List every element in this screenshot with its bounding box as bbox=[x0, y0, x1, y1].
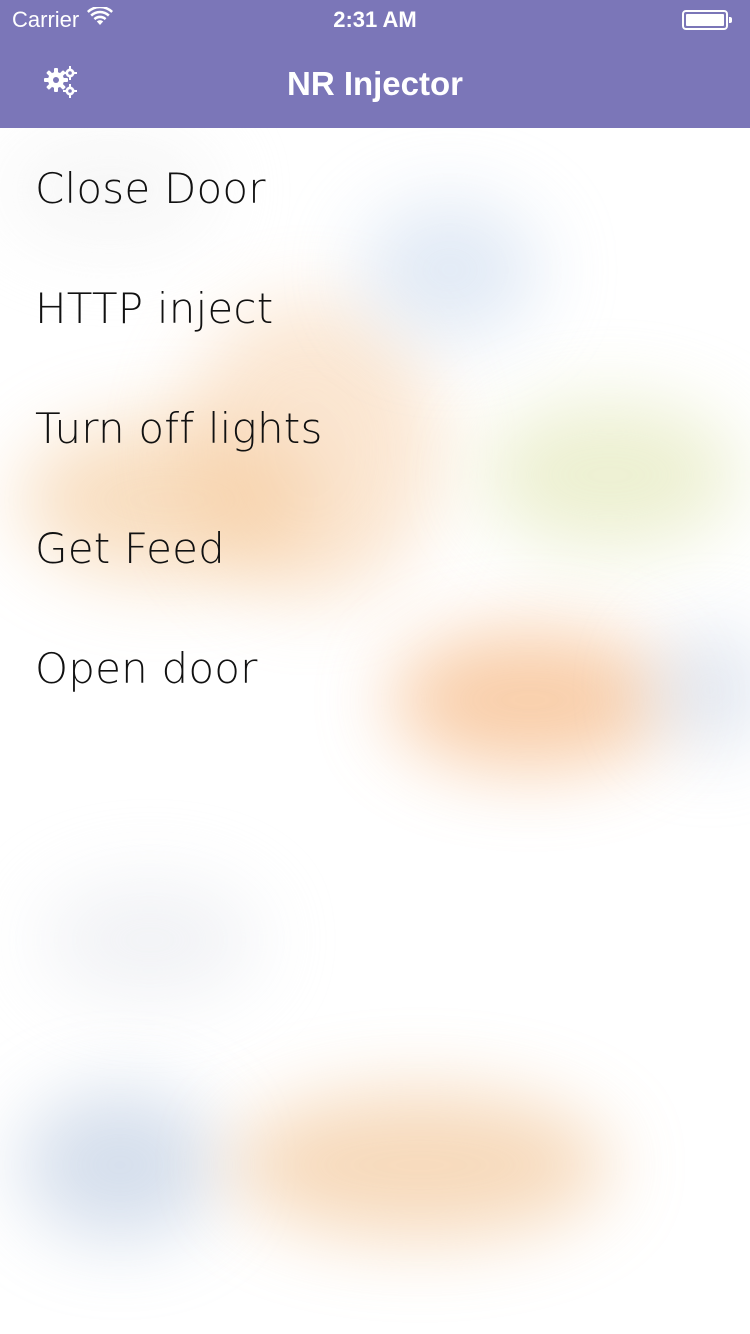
list-item-label: Open door bbox=[35, 643, 258, 693]
list-item-open-door[interactable]: Open door bbox=[0, 608, 750, 728]
list-item-turn-off-lights[interactable]: Turn off lights bbox=[0, 368, 750, 488]
navigation-bar: NR Injector bbox=[0, 40, 750, 128]
list-item-http-inject[interactable]: HTTP inject bbox=[0, 248, 750, 368]
carrier-label: Carrier bbox=[12, 7, 80, 32]
list-item-label: HTTP inject bbox=[35, 283, 274, 333]
battery-icon bbox=[682, 10, 732, 30]
page-title: NR Injector bbox=[286, 65, 464, 102]
list-item-get-feed[interactable]: Get Feed bbox=[0, 488, 750, 608]
list-item-label: Get Feed bbox=[35, 523, 226, 573]
list-item-close-door[interactable]: Close Door bbox=[0, 128, 750, 248]
list-item-label: Turn off lights bbox=[35, 403, 323, 453]
status-bar: Carrier 2:31 AM bbox=[0, 0, 750, 40]
injector-list: Close Door HTTP inject Turn off lights G… bbox=[0, 128, 750, 728]
app-screen: Carrier 2:31 AM NR Injector Close Door H… bbox=[0, 0, 750, 1334]
status-left: Carrier bbox=[12, 5, 114, 33]
wifi-icon bbox=[87, 5, 114, 33]
list-item-label: Close Door bbox=[35, 163, 266, 213]
